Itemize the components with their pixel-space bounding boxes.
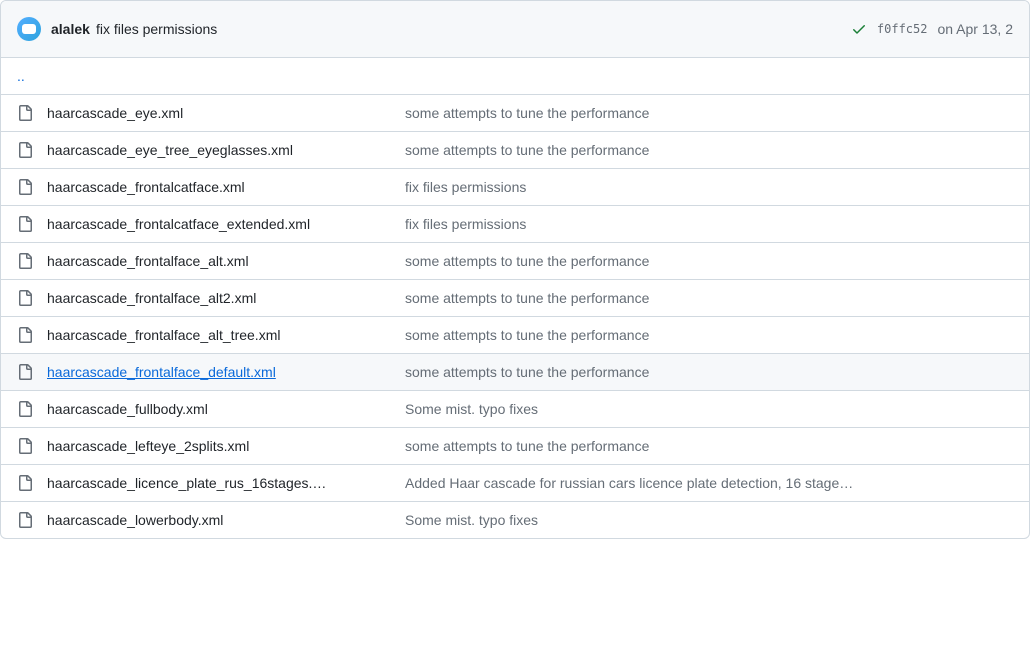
file-name-cell: haarcascade_frontalcatface.xml xyxy=(47,179,405,195)
file-row[interactable]: haarcascade_frontalcatface_extended.xml f… xyxy=(1,206,1029,243)
file-icon xyxy=(17,512,47,528)
file-row[interactable]: haarcascade_eye.xml some attempts to tune… xyxy=(1,95,1029,132)
file-link[interactable]: haarcascade_frontalcatface_extended.xml xyxy=(47,216,310,232)
file-link[interactable]: haarcascade_lowerbody.xml xyxy=(47,512,223,528)
file-icon xyxy=(17,216,47,232)
file-row[interactable]: haarcascade_frontalcatface.xml fix files … xyxy=(1,169,1029,206)
file-link[interactable]: haarcascade_frontalface_alt_tree.xml xyxy=(47,327,280,343)
commit-message[interactable]: fix files permissions xyxy=(96,21,217,37)
parent-dir-row[interactable]: .. xyxy=(1,58,1029,95)
file-icon xyxy=(17,179,47,195)
file-icon xyxy=(17,290,47,306)
commit-message-cell[interactable]: Added Haar cascade for russian cars lice… xyxy=(405,475,1013,491)
commit-message-cell[interactable]: fix files permissions xyxy=(405,179,1013,195)
commit-message-cell[interactable]: some attempts to tune the performance xyxy=(405,364,1013,380)
file-name-cell: haarcascade_licence_plate_rus_16stages.… xyxy=(47,475,405,491)
avatar[interactable] xyxy=(17,17,41,41)
file-name-cell: haarcascade_frontalface_alt2.xml xyxy=(47,290,405,306)
file-link[interactable]: haarcascade_frontalface_default.xml xyxy=(47,364,276,380)
file-row[interactable]: haarcascade_frontalface_default.xml some … xyxy=(1,354,1029,391)
file-row[interactable]: haarcascade_frontalface_alt.xml some atte… xyxy=(1,243,1029,280)
commit-message-cell[interactable]: fix files permissions xyxy=(405,216,1013,232)
file-link[interactable]: haarcascade_frontalface_alt.xml xyxy=(47,253,249,269)
file-icon xyxy=(17,401,47,417)
parent-dir-link[interactable]: .. xyxy=(17,68,25,84)
file-name-cell: haarcascade_frontalface_default.xml xyxy=(47,364,405,380)
file-name-cell: haarcascade_eye.xml xyxy=(47,105,405,121)
commit-message-cell[interactable]: some attempts to tune the performance xyxy=(405,438,1013,454)
file-row[interactable]: haarcascade_lowerbody.xml Some mist. typo… xyxy=(1,502,1029,538)
file-icon xyxy=(17,105,47,121)
file-icon xyxy=(17,364,47,380)
file-link[interactable]: haarcascade_eye.xml xyxy=(47,105,183,121)
file-row[interactable]: haarcascade_frontalface_alt_tree.xml some… xyxy=(1,317,1029,354)
file-icon xyxy=(17,142,47,158)
check-icon[interactable] xyxy=(851,21,867,37)
commit-author[interactable]: alalek xyxy=(51,21,90,37)
file-row[interactable]: haarcascade_frontalface_alt2.xml some att… xyxy=(1,280,1029,317)
file-link[interactable]: haarcascade_eye_tree_eyeglasses.xml xyxy=(47,142,293,158)
file-name-cell: haarcascade_frontalcatface_extended.xml xyxy=(47,216,405,232)
file-row[interactable]: haarcascade_eye_tree_eyeglasses.xml some … xyxy=(1,132,1029,169)
file-icon xyxy=(17,475,47,491)
commit-message-cell[interactable]: some attempts to tune the performance xyxy=(405,105,1013,121)
file-link[interactable]: haarcascade_licence_plate_rus_16stages.… xyxy=(47,475,326,491)
commit-message-cell[interactable]: some attempts to tune the performance xyxy=(405,290,1013,306)
commit-message-cell[interactable]: some attempts to tune the performance xyxy=(405,327,1013,343)
file-link[interactable]: haarcascade_lefteye_2splits.xml xyxy=(47,438,249,454)
file-link[interactable]: haarcascade_frontalface_alt2.xml xyxy=(47,290,256,306)
file-icon xyxy=(17,253,47,269)
commit-date: on Apr 13, 2 xyxy=(937,21,1013,37)
commit-message-cell[interactable]: some attempts to tune the performance xyxy=(405,253,1013,269)
file-icon xyxy=(17,327,47,343)
file-name-cell: haarcascade_lefteye_2splits.xml xyxy=(47,438,405,454)
file-row[interactable]: haarcascade_fullbody.xml Some mist. typo … xyxy=(1,391,1029,428)
file-name-cell: haarcascade_fullbody.xml xyxy=(47,401,405,417)
commit-message-cell[interactable]: some attempts to tune the performance xyxy=(405,142,1013,158)
commit-message-cell[interactable]: Some mist. typo fixes xyxy=(405,512,1013,528)
commit-message-cell[interactable]: Some mist. typo fixes xyxy=(405,401,1013,417)
file-name-cell: haarcascade_frontalface_alt.xml xyxy=(47,253,405,269)
file-name-cell: haarcascade_eye_tree_eyeglasses.xml xyxy=(47,142,405,158)
commit-meta: f0ffc52 on Apr 13, 2 xyxy=(851,21,1013,37)
file-name-cell: haarcascade_lowerbody.xml xyxy=(47,512,405,528)
commit-header: alalek fix files permissions f0ffc52 on … xyxy=(1,1,1029,58)
file-row[interactable]: haarcascade_lefteye_2splits.xml some atte… xyxy=(1,428,1029,465)
commit-hash[interactable]: f0ffc52 xyxy=(877,22,928,36)
file-link[interactable]: haarcascade_frontalcatface.xml xyxy=(47,179,245,195)
file-browser: alalek fix files permissions f0ffc52 on … xyxy=(0,0,1030,539)
file-name-cell: haarcascade_frontalface_alt_tree.xml xyxy=(47,327,405,343)
file-link[interactable]: haarcascade_fullbody.xml xyxy=(47,401,208,417)
file-icon xyxy=(17,438,47,454)
file-row[interactable]: haarcascade_licence_plate_rus_16stages.…… xyxy=(1,465,1029,502)
